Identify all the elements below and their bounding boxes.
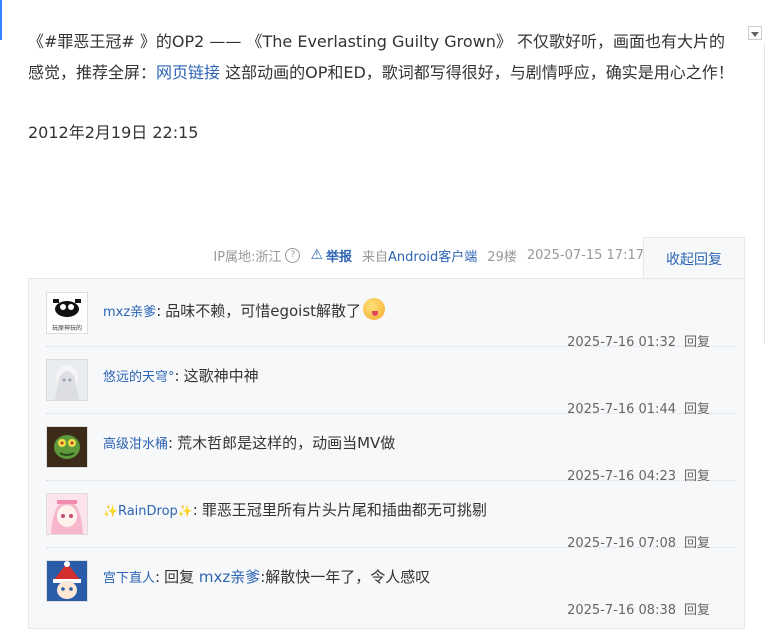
reply-time: 2025-7-16 08:38 — [567, 603, 676, 618]
reply-footer: 2025-7-16 08:38 回复 — [567, 599, 710, 618]
avatar-image — [47, 494, 87, 534]
web-link[interactable]: 网页链接 — [156, 63, 220, 82]
warning-icon: ⚠ — [310, 247, 323, 263]
avatar-image — [47, 561, 87, 601]
avatar-image — [47, 360, 87, 400]
post-time: 2025-07-15 17:17 — [526, 247, 644, 263]
reply-text: 这歌神中神 — [183, 367, 259, 385]
chevron-down-icon[interactable] — [748, 26, 762, 40]
reply-username[interactable]: 高级泔水桶 — [103, 437, 168, 452]
reply-item: 悠远的天穹°: 这歌神中神 2025-7-16 01:44 回复 — [46, 346, 736, 417]
client-source: 来自 Android客户端 — [362, 246, 477, 265]
post-body: 《#罪恶王冠# 》的OP2 —— 《The Everlasting Guilty… — [28, 26, 740, 88]
reply-prefix: 回复 — [164, 568, 199, 586]
reply-item: 高级泔水桶: 荒木哲郎是这样的，动画当MV做 2025-7-16 04:23 回复 — [46, 413, 736, 484]
source-prefix: 来自 — [362, 249, 389, 265]
avatar-image: 玩原神玩的 — [47, 293, 87, 333]
divider — [764, 44, 765, 344]
reply-item: 玩原神玩的 mxz亲爹: 品味不赖，可惜egoist解散了 2025-7-16 0… — [46, 279, 736, 350]
report-label: 举报 — [326, 249, 353, 265]
left-accent-bar — [0, 0, 2, 40]
reply-username[interactable]: mxz亲爹 — [103, 305, 156, 320]
post-text-after-link: 这部动画的OP和ED，歌词都写得很好，与剧情呼应，确实是用心之作！ — [220, 63, 734, 82]
reply-text: 荒木哲郎是这样的，动画当MV做 — [177, 434, 396, 452]
post-meta: IP属地:浙江 ? ⚠ 举报 来自 Android客户端 29楼 2025-07-… — [203, 243, 644, 267]
collapse-replies-button[interactable]: 收起回复 — [643, 237, 745, 279]
help-icon[interactable]: ? — [285, 247, 301, 263]
ip-location-text: IP属地:浙江 — [213, 249, 282, 265]
reply-text: 罪恶王冠里所有片头片尾和插曲都无可挑剔 — [201, 501, 487, 519]
avatar[interactable] — [46, 359, 88, 401]
floor-number: 29楼 — [487, 249, 517, 265]
avatar[interactable]: 玩原神玩的 — [46, 292, 88, 334]
reply-username[interactable]: RainDrop — [118, 504, 178, 519]
report-button[interactable]: ⚠ 举报 — [310, 246, 352, 265]
sparkle-icon: ✨ — [177, 504, 193, 518]
avatar-caption: 玩原神玩的 — [52, 324, 82, 332]
reply-content: 悠远的天穹°: 这歌神中神 — [103, 365, 259, 386]
reply-username[interactable]: 宫下直人 — [103, 571, 155, 586]
avatar[interactable] — [46, 493, 88, 535]
separator: : — [168, 434, 174, 452]
reply-item: ✨RainDrop✨: 罪恶王冠里所有片头片尾和插曲都无可挑剔 2025-7-16… — [46, 480, 736, 551]
ip-location: IP属地:浙江 ? — [213, 246, 301, 265]
mention-link[interactable]: mxz亲爹 — [199, 568, 260, 586]
reply-username[interactable]: 悠远的天穹° — [103, 370, 175, 385]
separator: : — [156, 302, 162, 320]
reply-content: 高级泔水桶: 荒木哲郎是这样的，动画当MV做 — [103, 432, 395, 453]
reply-button[interactable]: 回复 — [684, 603, 710, 618]
reply-content: 宫下直人: 回复 mxz亲爹:解散快一年了，令人感叹 — [103, 566, 430, 587]
post-date: 2012年2月19日 22:15 — [28, 123, 199, 142]
tongue-emoji-icon — [363, 298, 386, 320]
sparkle-icon: ✨ — [103, 504, 118, 518]
avatar[interactable] — [46, 560, 88, 602]
separator: : — [174, 367, 180, 385]
separator: : — [192, 501, 198, 519]
reply-text: :解散快一年了，令人感叹 — [260, 568, 431, 586]
separator: : — [155, 568, 161, 586]
reply-content: mxz亲爹: 品味不赖，可惜egoist解散了 — [103, 298, 386, 321]
reply-content: ✨RainDrop✨: 罪恶王冠里所有片头片尾和插曲都无可挑剔 — [103, 499, 487, 520]
avatar[interactable] — [46, 426, 88, 468]
source-link[interactable]: Android客户端 — [388, 246, 477, 265]
reply-item: 宫下直人: 回复 mxz亲爹:解散快一年了，令人感叹 2025-7-16 08:3… — [46, 547, 736, 618]
avatar-image — [47, 427, 87, 467]
reply-panel: 玩原神玩的 mxz亲爹: 品味不赖，可惜egoist解散了 2025-7-16 0… — [28, 278, 745, 629]
reply-text: 品味不赖，可惜egoist解散了 — [165, 302, 362, 320]
